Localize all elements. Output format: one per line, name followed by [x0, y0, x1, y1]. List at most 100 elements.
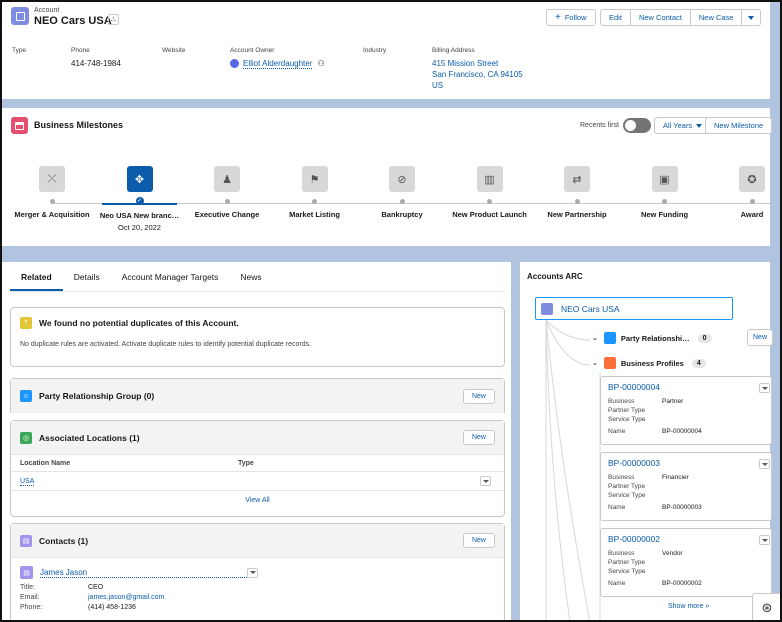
- profile-actions-dropdown[interactable]: [759, 535, 770, 545]
- chevron-down-icon: [761, 386, 768, 390]
- bp-partner-type-label: Partner Type: [608, 407, 646, 414]
- recents-first-toggle[interactable]: [623, 118, 651, 133]
- years-filter-label: All Years: [663, 121, 693, 130]
- milestone-label: Neo USA New branc…: [99, 211, 180, 220]
- new-case-button[interactable]: New Case: [689, 9, 743, 26]
- billing-line2: San Francisco, CA 94105: [432, 70, 523, 79]
- chevron-down-icon: [696, 123, 703, 128]
- toggle-knob: [625, 120, 636, 131]
- milestone-item[interactable]: ⚑ Market Listing: [270, 166, 360, 222]
- hierarchy-icon[interactable]: ⛬: [108, 14, 119, 25]
- duplicates-title: We found no potential duplicates of this…: [39, 318, 239, 328]
- locations-new-button[interactable]: New: [462, 430, 495, 445]
- business-profile-link[interactable]: BP-00000002: [608, 534, 764, 544]
- arc-profiles-count: 4: [691, 358, 706, 368]
- new-milestone-button[interactable]: New Milestone: [705, 117, 773, 134]
- row-actions-dropdown[interactable]: [480, 476, 491, 486]
- field-phone: Phone 414-748-1984: [71, 47, 121, 69]
- bp-service-type-label: Service Type: [608, 492, 646, 499]
- business-profile-icon: [603, 357, 616, 369]
- duplicate-warning-icon: ⇡: [20, 317, 32, 329]
- timeline-dot: [749, 199, 755, 204]
- milestone-item[interactable]: ⤫ Merger & Acquisition: [7, 166, 97, 222]
- tab-account-manager-targets[interactable]: Account Manager Targets: [111, 262, 230, 291]
- field-owner-label: Account Owner: [230, 47, 275, 54]
- billing-line1: 415 Mission Street: [432, 59, 499, 68]
- milestone-item[interactable]: ⊘ Bankruptcy: [357, 166, 447, 222]
- locations-title: Associated Locations (1): [39, 432, 140, 443]
- field-industry: Industry: [363, 47, 386, 58]
- new-contact-button[interactable]: New Contact: [629, 9, 691, 26]
- bp-business-label: Business: [608, 550, 635, 557]
- arc-new-button[interactable]: New: [747, 329, 774, 346]
- bp-partner-type-label: Partner Type: [608, 483, 646, 490]
- milestone-item[interactable]: ▣ New Funding: [620, 166, 710, 222]
- party-group-new-button[interactable]: New: [462, 388, 495, 404]
- contacts-new-button[interactable]: New: [462, 533, 495, 548]
- location-link[interactable]: USA: [20, 477, 35, 486]
- arc-root-node[interactable]: NEO Cars USA: [535, 297, 733, 320]
- milestones-title: Business Milestones: [34, 120, 124, 130]
- follow-button[interactable]: + Follow: [546, 9, 596, 26]
- chevron-down-icon: [482, 479, 489, 483]
- chevron-down-icon: [748, 15, 755, 20]
- party-group-icon: [603, 332, 616, 344]
- chevron-down-icon: [761, 462, 768, 466]
- col-location-name: Location Name: [20, 459, 71, 467]
- owner-link[interactable]: Elliot Alderdaughter: [243, 59, 313, 69]
- help-icon[interactable]: ⊛: [752, 593, 782, 622]
- profile-actions-dropdown[interactable]: [759, 459, 770, 469]
- more-actions-button[interactable]: [741, 9, 762, 26]
- duplicates-message: No duplicate rules are activated. Activa…: [20, 341, 312, 348]
- billing-line3: US: [432, 81, 444, 90]
- contact-phone-value[interactable]: (414) 458-1236: [88, 603, 136, 613]
- field-type-label: Type: [12, 47, 27, 54]
- arc-profiles-node[interactable]: ⌄ Business Profiles 4: [592, 357, 706, 369]
- business-profile-link[interactable]: BP-00000004: [608, 382, 764, 392]
- timeline-dot: [662, 199, 667, 204]
- timeline-dot: [224, 199, 230, 204]
- chevron-down-icon: ⌄: [592, 360, 598, 367]
- profile-actions-dropdown[interactable]: [759, 383, 770, 393]
- timeline-dot: ✓: [135, 197, 144, 205]
- milestone-item[interactable]: ♟ Executive Change: [182, 166, 272, 222]
- billing-address-link[interactable]: 415 Mission Street San Francisco, CA 941…: [432, 58, 523, 91]
- chevron-down-icon: [761, 538, 768, 542]
- milestone-item[interactable]: ⇄ New Partnership: [532, 166, 622, 222]
- duplicates-card: ⇡ We found no potential duplicates of th…: [10, 307, 505, 367]
- arc-party-node[interactable]: ⌄ Party Relationshi… 0: [592, 332, 712, 344]
- show-more-link[interactable]: Show more »: [668, 603, 709, 610]
- business-profile-card: BP-00000003 Business Financier Partner Type…: [600, 452, 772, 521]
- contact-name-link[interactable]: James Jason: [40, 568, 247, 578]
- milestone-label: New Product Launch: [452, 210, 527, 219]
- follow-label: Follow: [564, 13, 587, 22]
- bp-business-value: Vendor: [662, 550, 683, 557]
- arc-party-label: Party Relationshi…: [620, 333, 690, 343]
- field-website: Website: [162, 47, 185, 58]
- contact-email-link[interactable]: james.jason@gmail.com: [88, 593, 164, 603]
- bp-business-value: Partner: [662, 398, 684, 405]
- milestone-item[interactable]: ▥ New Product Launch: [445, 166, 535, 222]
- field-phone-value[interactable]: 414-748-1984: [71, 58, 121, 69]
- chevron-down-icon: ⌄: [592, 335, 598, 342]
- record-header: Account NEO Cars USA ⛬ + Follow Edit New …: [2, 2, 770, 99]
- tab-details[interactable]: Details: [63, 262, 111, 291]
- years-filter-dropdown[interactable]: All Years: [654, 117, 712, 134]
- change-owner-icon[interactable]: ⚇: [318, 59, 325, 68]
- bp-business-label: Business: [608, 398, 635, 405]
- milestone-item[interactable]: ✪ Award: [707, 166, 782, 222]
- chevron-down-icon: [249, 571, 256, 574]
- field-website-label: Website: [162, 47, 186, 54]
- contact-actions-dropdown[interactable]: [247, 567, 258, 578]
- owner-avatar-icon: [230, 59, 239, 69]
- milestone-item[interactable]: ✥ ✓ Neo USA New branc… Oct 20, 2022: [95, 166, 185, 232]
- tab-related[interactable]: Related: [10, 262, 63, 291]
- view-all-link[interactable]: View All: [11, 491, 504, 510]
- account-icon: [11, 7, 29, 25]
- milestone-label: New Partnership: [547, 210, 607, 219]
- tab-news[interactable]: News: [229, 262, 272, 291]
- business-profile-link[interactable]: BP-00000003: [608, 458, 764, 468]
- edit-button[interactable]: Edit: [600, 9, 631, 26]
- field-billing-address: Billing Address 415 Mission Street San F…: [432, 47, 523, 91]
- bp-name-label: Name: [608, 504, 626, 511]
